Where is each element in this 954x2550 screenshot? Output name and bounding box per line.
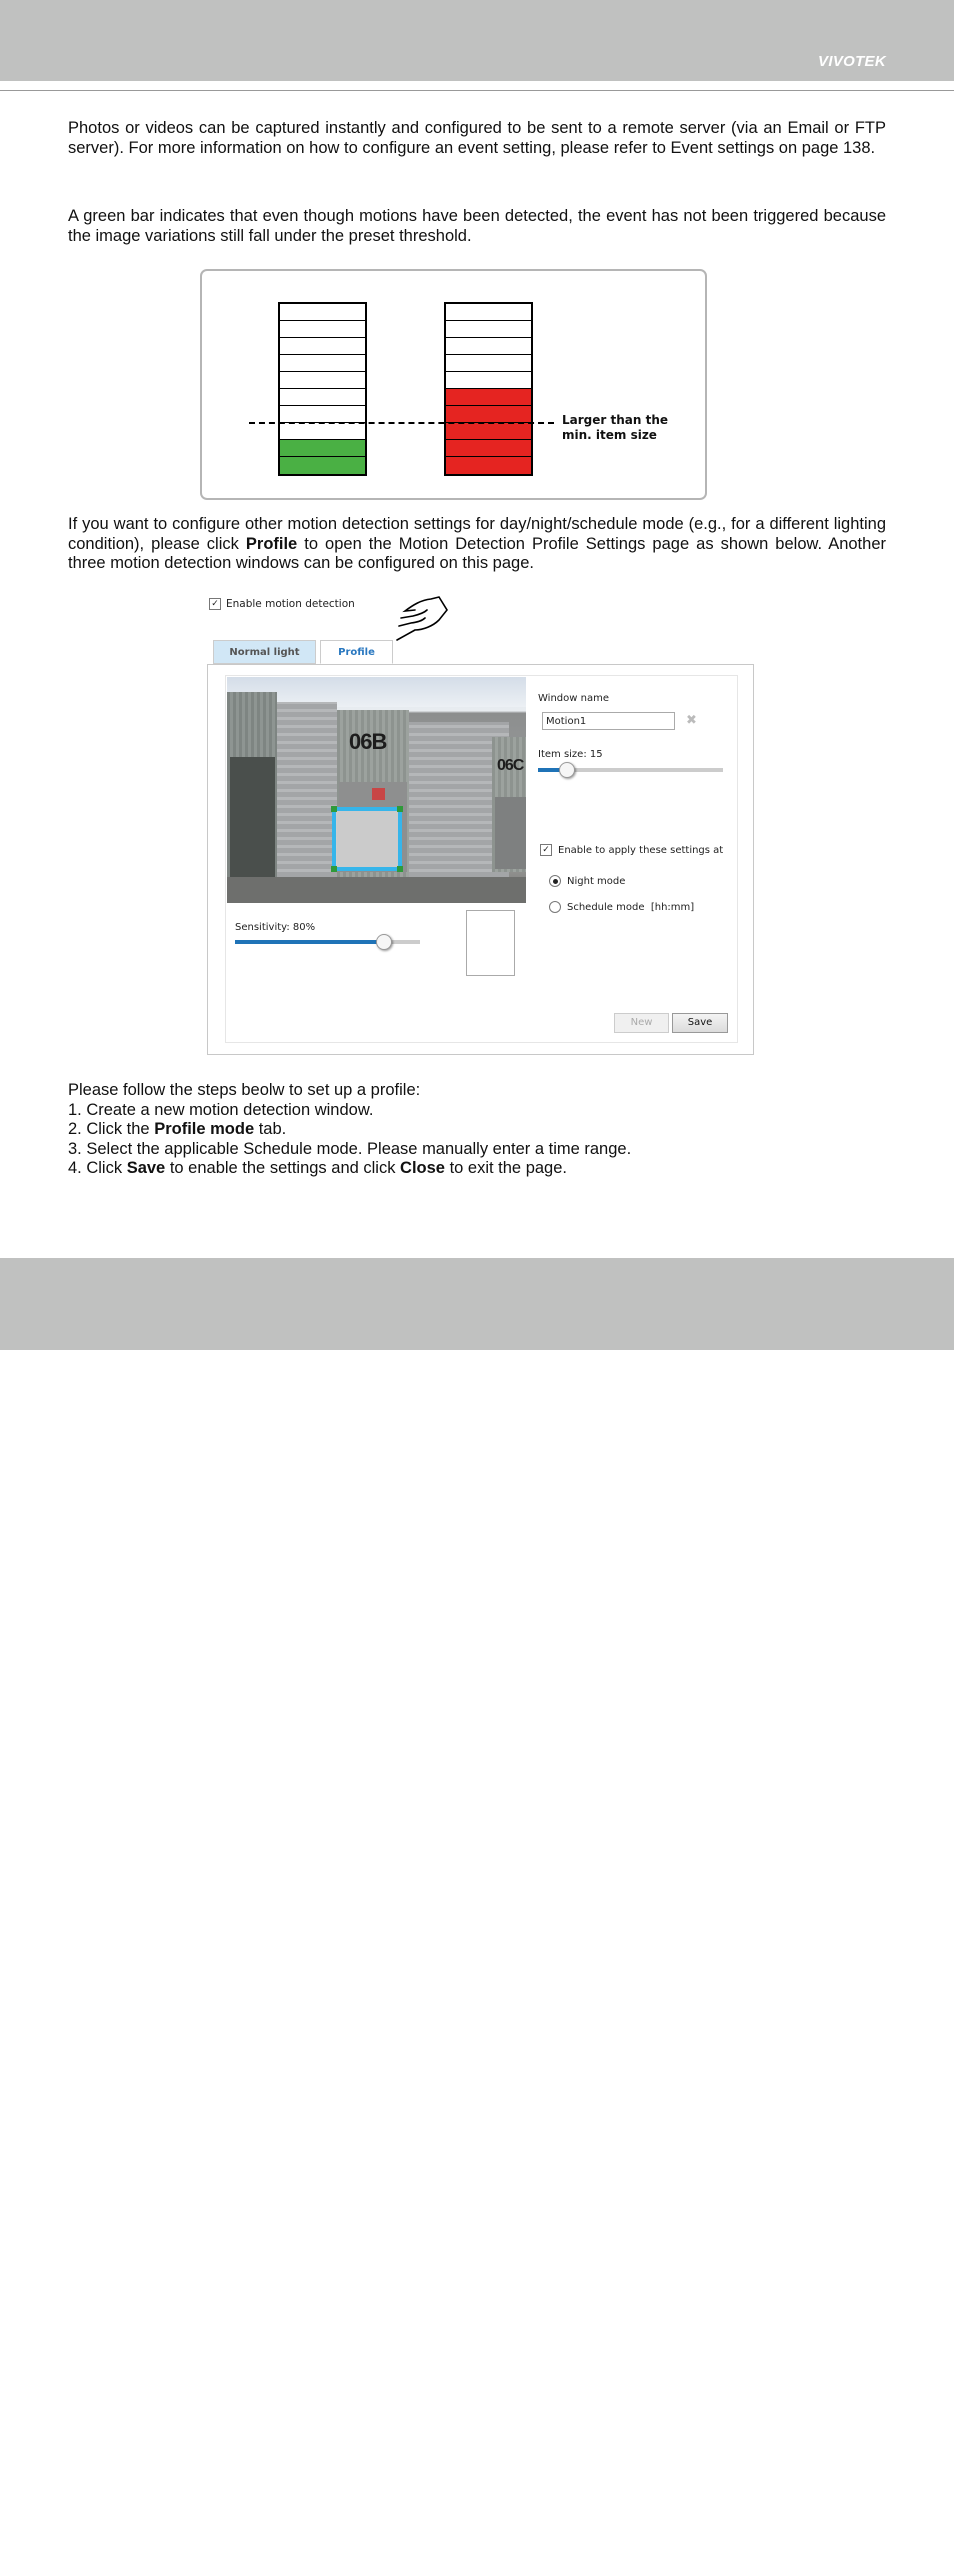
step-4: 4. Click Save to enable the settings and… (68, 1159, 631, 1179)
page-number: User's Manual - 157 (761, 2534, 886, 2550)
item-size-slider[interactable] (538, 762, 723, 778)
night-mode-label: Night mode (567, 875, 626, 887)
header-divider (0, 90, 954, 91)
item-size-slider-handle[interactable] (558, 762, 575, 778)
bar-above-threshold (444, 302, 533, 476)
window-name-label: Window name (538, 693, 609, 704)
page-footer: User's Manual - 157 (0, 1258, 954, 2550)
bar-segment (446, 389, 531, 406)
step-1: 1. Create a new motion detection window. (68, 1100, 374, 1119)
bar-segment (446, 440, 531, 457)
apply-settings-label: Enable to apply these settings at (558, 844, 724, 856)
threshold-label: Larger than the min. item size (562, 413, 668, 443)
tab-profile-mode[interactable]: Profile mode (320, 640, 393, 682)
resize-handle[interactable] (397, 866, 403, 872)
profile-paragraph: If you want to configure other motion de… (68, 515, 886, 574)
bar-segment (446, 355, 531, 372)
camera-road (227, 877, 526, 903)
settings-inner: 06B 06C Sensitivity: 80% Window name Mot… (225, 675, 738, 1043)
bar-segment (280, 457, 365, 474)
sensitivity-slider-handle[interactable] (376, 934, 392, 950)
bar-segment (446, 423, 531, 440)
camera-wall (277, 702, 337, 877)
motion-level-bar (466, 910, 515, 976)
enable-motion-label: Enable motion detection (226, 598, 355, 610)
radio-night-mode[interactable]: Night mode (549, 875, 625, 887)
enable-motion-checkbox[interactable]: ✓ (209, 598, 221, 610)
bar-below-threshold (278, 302, 367, 476)
threshold-diagram: Larger than the min. item size (200, 269, 707, 500)
bold-close: Close (400, 1159, 445, 1177)
night-mode-radio[interactable] (549, 875, 561, 887)
sensitivity-label: Sensitivity: 80% (235, 922, 316, 933)
schedule-mode-radio[interactable] (549, 901, 561, 913)
bar-segment (280, 406, 365, 423)
tab-normal-light-mode[interactable]: Normal light mode (213, 640, 316, 682)
camera-view[interactable]: 06B 06C (227, 677, 526, 903)
bar-segment (446, 304, 531, 321)
bar-segment (280, 304, 365, 321)
new-button[interactable]: New (614, 1013, 669, 1033)
bar-segment (446, 457, 531, 474)
bold-save: Save (126, 1159, 166, 1177)
apply-settings-row[interactable]: ✓ Enable to apply these settings at (540, 844, 723, 856)
bar-segment (446, 321, 531, 338)
threshold-label-line2: min. item size (562, 428, 657, 442)
window-name-input[interactable] (542, 712, 675, 730)
resize-handle[interactable] (397, 806, 403, 812)
window-settings: Window name ✖ Item size: 15 ✓ Enable to … (538, 676, 738, 1042)
text: 4. Click (68, 1159, 127, 1177)
bar-segment (280, 389, 365, 406)
save-button[interactable]: Save (672, 1013, 728, 1033)
item-size-label: Item size: 15 (538, 749, 603, 760)
schedule-mode-label: Schedule mode [hh:mm] (567, 901, 695, 913)
resize-handle[interactable] (331, 806, 337, 812)
bar-segment (280, 355, 365, 372)
threshold-label-line1: Larger than the (562, 413, 669, 427)
sensitivity-slider[interactable] (235, 934, 420, 950)
page-header: VIVOTEK (0, 0, 954, 81)
bar-segment (446, 372, 531, 389)
pointing-hand-icon (396, 596, 448, 641)
settings-panel: 06B 06C Sensitivity: 80% Window name Mot… (207, 664, 754, 1055)
radio-schedule-mode[interactable]: Schedule mode [hh:mm] (549, 901, 694, 913)
bar-segment (446, 338, 531, 355)
bar-segment (280, 423, 365, 440)
bar-segment (446, 406, 531, 423)
text: 2. Click the (68, 1120, 155, 1138)
enable-motion-detection-row[interactable]: ✓ Enable motion detection (209, 598, 355, 610)
text: tab. (254, 1120, 287, 1138)
green-bar-paragraph: A green bar indicates that even though m… (68, 207, 886, 245)
delete-window-icon[interactable]: ✖ (686, 714, 698, 727)
text: to exit the page. (444, 1159, 567, 1177)
motion-indicator-marker (372, 788, 385, 800)
steps-list: Please follow the steps beolw to set up … (68, 1081, 631, 1179)
text: to enable the settings and click (165, 1159, 401, 1177)
apply-settings-checkbox[interactable]: ✓ (540, 844, 552, 856)
bar-segment (280, 440, 365, 457)
threshold-line (249, 422, 554, 424)
camera-window (230, 757, 275, 877)
brand-logo: VIVOTEK (818, 53, 886, 70)
sensitivity-slider-fill (235, 940, 383, 944)
camera-door (495, 797, 526, 869)
motion-detection-window[interactable] (331, 806, 403, 872)
step-3: 3. Select the applicable Schedule mode. … (68, 1139, 632, 1158)
bar-segment (280, 372, 365, 389)
profile-settings-screenshot: ✓ Enable motion detection Normal light m… (207, 592, 754, 1055)
bold-profile-mode: Profile mode (154, 1120, 255, 1138)
step-2: 2. Click the Profile mode tab. (68, 1120, 631, 1140)
steps-intro: Please follow the steps beolw to set up … (68, 1081, 421, 1099)
bar-segment (280, 338, 365, 355)
intro-paragraph: Photos or videos can be captured instant… (68, 119, 886, 157)
resize-handle[interactable] (331, 866, 337, 872)
bar-segment (280, 321, 365, 338)
building-label-06c: 06C (497, 757, 524, 774)
building-label-06b: 06B (349, 729, 387, 754)
bold-profile: Profile (245, 534, 298, 553)
